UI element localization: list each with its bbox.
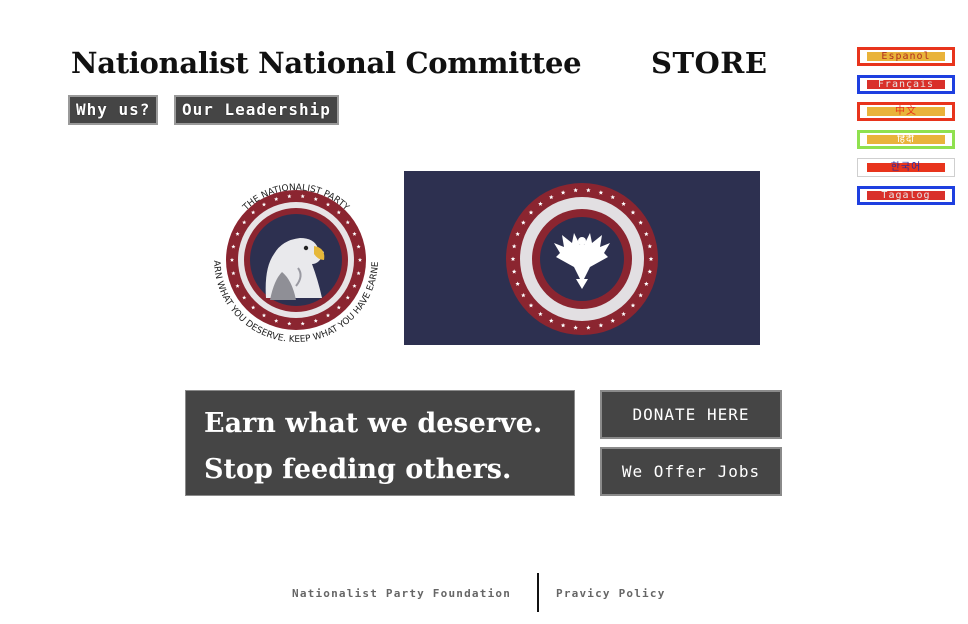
store-link[interactable]: STORE — [651, 46, 768, 80]
why-us-button[interactable]: Why us? — [68, 95, 159, 125]
language-button-chinese[interactable]: 中文 — [857, 102, 955, 121]
language-label-chinese: 中文 — [867, 107, 945, 117]
slogan-line-1: Earn what we deserve. — [204, 408, 543, 439]
language-label-francais: Français — [867, 80, 945, 90]
language-label-korean: 한국어 — [867, 163, 945, 173]
slogan-box: Earn what we deserve. Stop feeding other… — [185, 390, 575, 496]
privacy-policy-link[interactable]: Pravicy Policy — [556, 587, 666, 600]
slogan-line-2: Stop feeding others. — [204, 454, 512, 485]
jobs-button[interactable]: We Offer Jobs — [600, 447, 782, 496]
language-button-espanol[interactable]: Espanol — [857, 47, 955, 66]
language-label-tagalog: Tagalog — [867, 191, 945, 201]
party-flag — [404, 171, 760, 345]
language-button-korean[interactable]: 한국어 — [857, 158, 955, 177]
language-button-hindi[interactable]: हिंदी — [857, 130, 955, 149]
language-button-tagalog[interactable]: Tagalog — [857, 186, 955, 205]
language-label-hindi: हिंदी — [867, 135, 945, 145]
language-label-espanol: Espanol — [867, 52, 945, 62]
donate-button[interactable]: DONATE HERE — [600, 390, 782, 439]
foundation-link[interactable]: Nationalist Party Foundation — [292, 587, 511, 600]
party-seal-logo: THE NATIONALIST PARTY EARN WHAT YOU DESE… — [200, 168, 381, 345]
our-leadership-button[interactable]: Our Leadership — [174, 95, 339, 125]
page-title: Nationalist National Committee — [71, 46, 582, 80]
language-button-francais[interactable]: Français — [857, 75, 955, 94]
footer-divider — [537, 573, 539, 612]
